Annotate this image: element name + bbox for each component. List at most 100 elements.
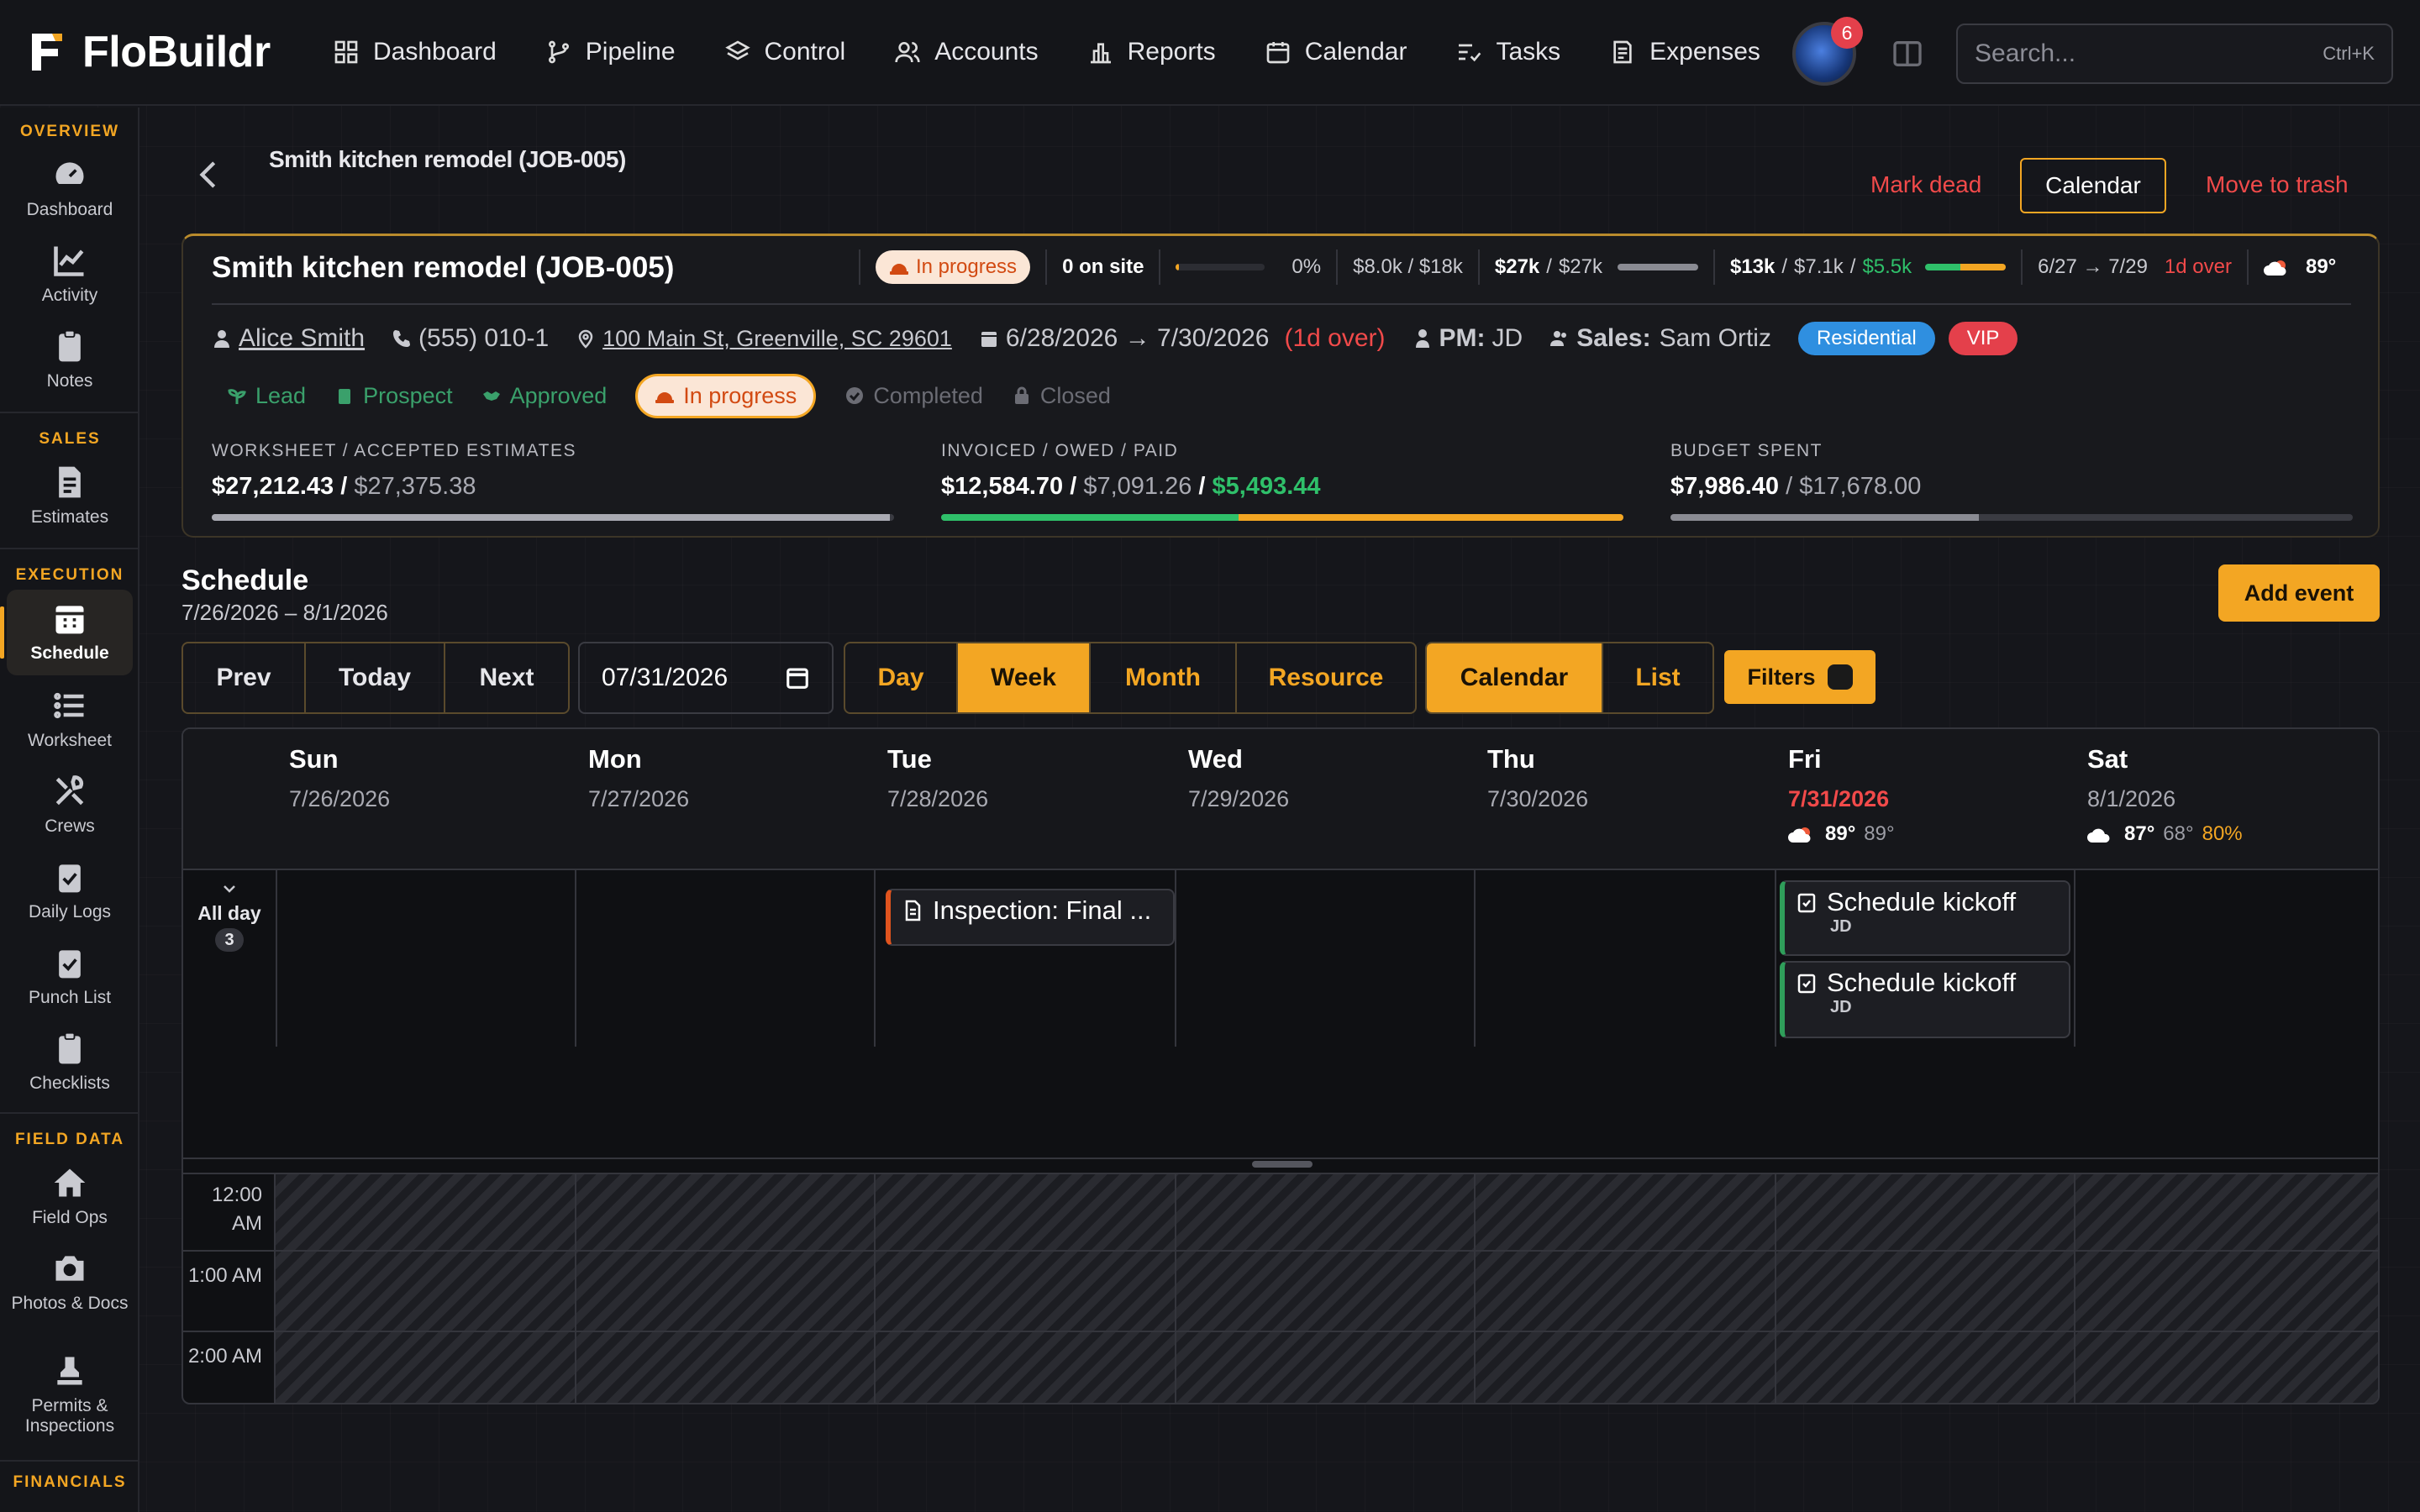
job-info-row: Alice Smith (555) 010-1 100 Main St, Gre… [212, 320, 2031, 357]
allday-cell[interactable] [2074, 870, 2378, 1047]
stage-in-progress[interactable]: In progress [635, 373, 817, 418]
time-label: 1:00 AM [187, 1264, 262, 1287]
app-logo[interactable]: FloBuildr [30, 27, 333, 77]
nav-tasks[interactable]: Tasks [1455, 38, 1560, 66]
estimate-summary-sep: / [1546, 255, 1552, 278]
view-week[interactable]: Week [958, 643, 1091, 712]
nav-expenses[interactable]: Expenses [1609, 38, 1760, 66]
weather-fri: 89° 89° [1788, 822, 2074, 846]
sidebar-item-notes[interactable]: Notes [7, 328, 133, 391]
nav-calendar[interactable]: Calendar [1265, 38, 1407, 66]
day-header-sat: Sat 8/1/2026 87° 68° 80% [2074, 729, 2378, 870]
date-summary: 6/27 → 7/29 [2038, 255, 2148, 278]
sidebar-item-checklists[interactable]: Checklists [7, 1030, 133, 1094]
project-manager: PM: JD [1413, 324, 1523, 353]
stamp-icon [57, 1357, 82, 1385]
date-nav-group: Prev Today Next [182, 642, 570, 714]
sidebar-item-field-ops[interactable]: Field Ops [7, 1164, 133, 1228]
invoice-bar [941, 514, 1623, 521]
sidebar-item-dashboard[interactable]: Dashboard [7, 156, 133, 220]
nav-pipeline[interactable]: Pipeline [545, 38, 676, 66]
filters-button[interactable]: Filters [1724, 650, 1876, 704]
check-circle-icon [846, 387, 864, 404]
allday-cell[interactable] [1474, 870, 1776, 1047]
stage-approved[interactable]: Approved [481, 383, 607, 409]
sales-rep: Sales: Sam Ortiz [1549, 324, 1771, 353]
mode-calendar[interactable]: Calendar [1427, 643, 1603, 712]
hardhat-icon [655, 392, 675, 403]
users-icon [895, 42, 920, 63]
on-site-count: 0 on site [1062, 255, 1144, 278]
address-link[interactable]: 100 Main St, Greenville, SC 29601 [576, 326, 952, 352]
today-button[interactable]: Today [306, 643, 445, 712]
sidebar-item-schedule[interactable]: Schedule [0, 590, 133, 675]
sidebar-item-photos-docs[interactable]: Photos & Docs [7, 1250, 133, 1314]
event-schedule-kickoff[interactable]: Schedule kickoff JD [1780, 961, 2070, 1038]
sidebar-item-estimates[interactable]: Estimates [7, 464, 133, 528]
stage-closed[interactable]: Closed [1012, 383, 1111, 409]
allday-cell[interactable] [575, 870, 876, 1047]
users-icon [1550, 331, 1567, 346]
budget-bar [1670, 514, 2353, 521]
view-day[interactable]: Day [845, 643, 958, 712]
add-event-button[interactable]: Add event [2218, 564, 2380, 622]
calendar-button[interactable]: Calendar [2020, 158, 2166, 213]
week-calendar: Sun 7/26/2026 Mon 7/27/2026 Tue 7/28/2026 W… [182, 727, 2380, 1404]
sidebar-item-crews[interactable]: Crews [7, 773, 133, 837]
progress-bar [1176, 264, 1265, 270]
receipt-icon [1613, 40, 1632, 64]
overdue-summary: 1d over [2164, 255, 2232, 278]
stage-lead[interactable]: Lead [227, 383, 306, 409]
next-button[interactable]: Next [445, 643, 568, 712]
cloud-icon [2087, 828, 2110, 843]
allday-cell[interactable] [276, 870, 576, 1047]
stage-completed[interactable]: Completed [844, 383, 983, 409]
nav-reports[interactable]: Reports [1087, 38, 1216, 66]
nav-dashboard[interactable]: Dashboard [333, 38, 497, 66]
nav-accounts[interactable]: Accounts [894, 38, 1039, 66]
all-day-toggle[interactable]: All day 3 [183, 884, 276, 952]
date-input[interactable]: 07/31/2026 [578, 642, 834, 714]
clipboard-check-icon [59, 864, 81, 893]
weather-sat: 87° 68° 80% [2087, 822, 2378, 846]
sidebar-item-permits[interactable]: Permits & Inspections [7, 1352, 133, 1436]
sidebar-item-worksheet[interactable]: Worksheet [7, 687, 133, 751]
estimate-icon [59, 466, 81, 498]
sidebar-item-daily-logs[interactable]: Daily Logs [7, 858, 133, 922]
stage-stepper: Lead Prospect Approved In progress Compl… [212, 370, 1139, 421]
sidebar-item-punch-list[interactable]: Punch List [7, 944, 133, 1008]
task-icon [1797, 974, 1816, 994]
nav-control[interactable]: Control [724, 38, 845, 66]
move-to-trash-button[interactable]: Move to trash [2206, 171, 2349, 198]
back-chevron-icon[interactable] [195, 158, 224, 192]
user-avatar[interactable]: 6 [1792, 17, 1863, 86]
stage-prospect[interactable]: Prospect [334, 383, 453, 409]
tag-residential[interactable]: Residential [1797, 322, 1935, 355]
view-resource[interactable]: Resource [1237, 643, 1415, 712]
event-schedule-kickoff[interactable]: Schedule kickoff JD [1780, 880, 2070, 956]
event-inspection[interactable]: Inspection: Final ... [886, 889, 1175, 946]
day-header-fri: Fri 7/31/2026 89° 89° [1775, 729, 2075, 870]
phone-link[interactable]: (555) 010-1 [392, 324, 549, 353]
time-grid[interactable] [276, 1174, 2378, 1403]
day-header-wed: Wed 7/29/2026 [1175, 729, 1476, 870]
person-icon [214, 330, 229, 348]
search-shortcut: Ctrl+K [2323, 43, 2375, 64]
sidebar-item-activity[interactable]: Activity [7, 242, 133, 306]
client-link[interactable]: Alice Smith [212, 324, 365, 353]
mark-dead-button[interactable]: Mark dead [1870, 171, 1981, 198]
allday-cell[interactable] [1175, 870, 1476, 1047]
prev-button[interactable]: Prev [183, 643, 306, 712]
view-month[interactable]: Month [1091, 643, 1237, 712]
mode-list[interactable]: List [1603, 643, 1712, 712]
tag-vip[interactable]: VIP [1948, 322, 2018, 355]
resize-handle[interactable] [1252, 1161, 1313, 1168]
search-input[interactable]: Search... Ctrl+K [1956, 24, 2393, 84]
home-icon [54, 1168, 86, 1197]
calendar-icon[interactable] [785, 665, 810, 690]
job-summary-strip: In progress 0 on site 0% $8.0k / $18k $2… [844, 248, 2336, 286]
section-execution: EXECUTION [15, 566, 124, 584]
book-icon[interactable] [1891, 37, 1924, 71]
branch-icon [548, 40, 569, 64]
schedule-title: Schedule [182, 564, 309, 596]
